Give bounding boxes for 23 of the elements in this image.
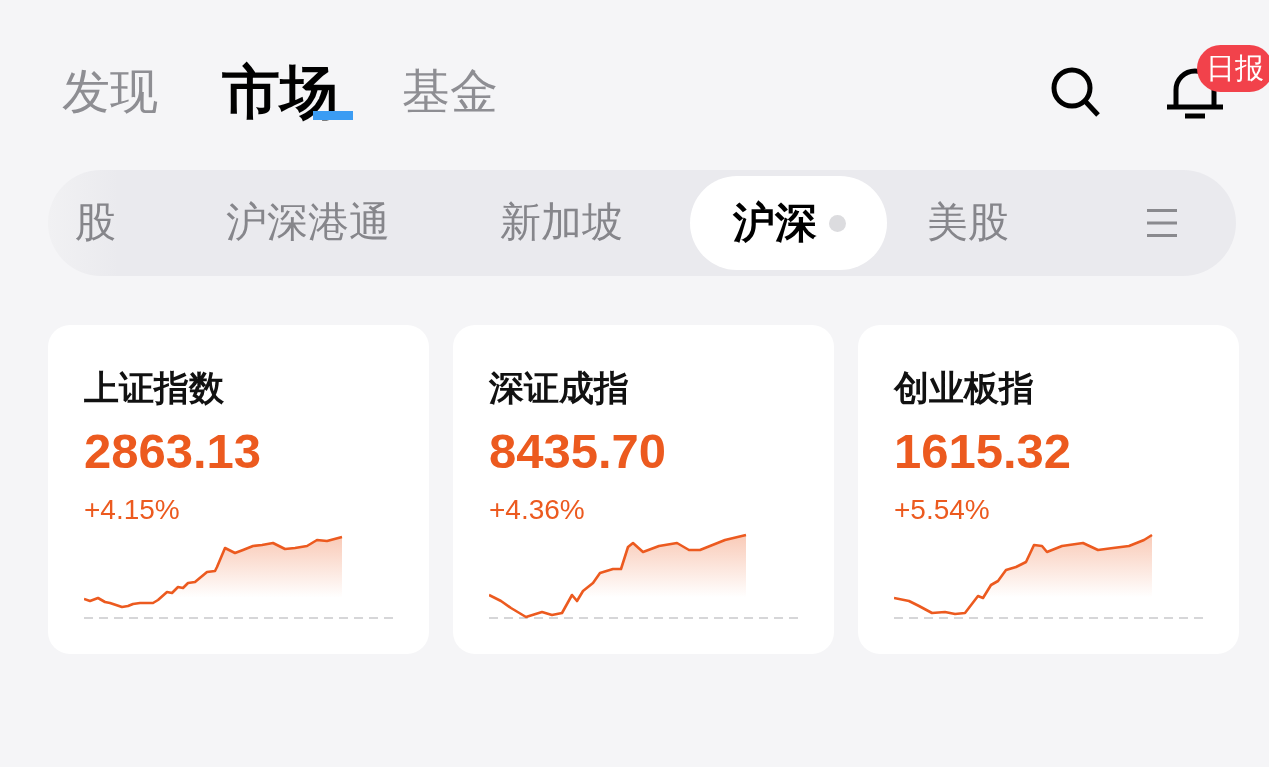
- nav-tab[interactable]: 发现: [62, 63, 158, 121]
- index-value: 1615.32: [894, 423, 1072, 479]
- index-card[interactable]: 上证指数 2863.13 +4.15%: [48, 325, 429, 654]
- index-card[interactable]: 深证成指 8435.70 +4.36%: [453, 325, 834, 654]
- nav-tab[interactable]: 基金: [402, 63, 498, 121]
- index-card[interactable]: 创业板指 1615.32 +5.54%: [858, 325, 1239, 654]
- market-tab[interactable]: 新加坡: [500, 198, 623, 248]
- market-tab[interactable]: 沪深港通: [226, 198, 390, 248]
- index-change: +5.54%: [894, 493, 990, 527]
- index-change: +4.36%: [489, 493, 585, 527]
- index-name: 创业板指: [894, 367, 1034, 409]
- market-tab[interactable]: 股: [75, 198, 116, 248]
- index-value: 8435.70: [489, 423, 667, 479]
- search-icon[interactable]: [1049, 66, 1101, 118]
- dot-icon: [829, 215, 846, 232]
- market-tab[interactable]: 沪深: [690, 176, 887, 270]
- index-value: 2863.13: [84, 423, 262, 479]
- index-change: +4.15%: [84, 493, 180, 527]
- menu-icon[interactable]: [1147, 209, 1177, 237]
- notification-badge: 日报: [1197, 45, 1269, 92]
- index-name: 深证成指: [489, 367, 629, 409]
- index-name: 上证指数: [84, 367, 224, 409]
- market-tab[interactable]: 美股: [927, 198, 1009, 248]
